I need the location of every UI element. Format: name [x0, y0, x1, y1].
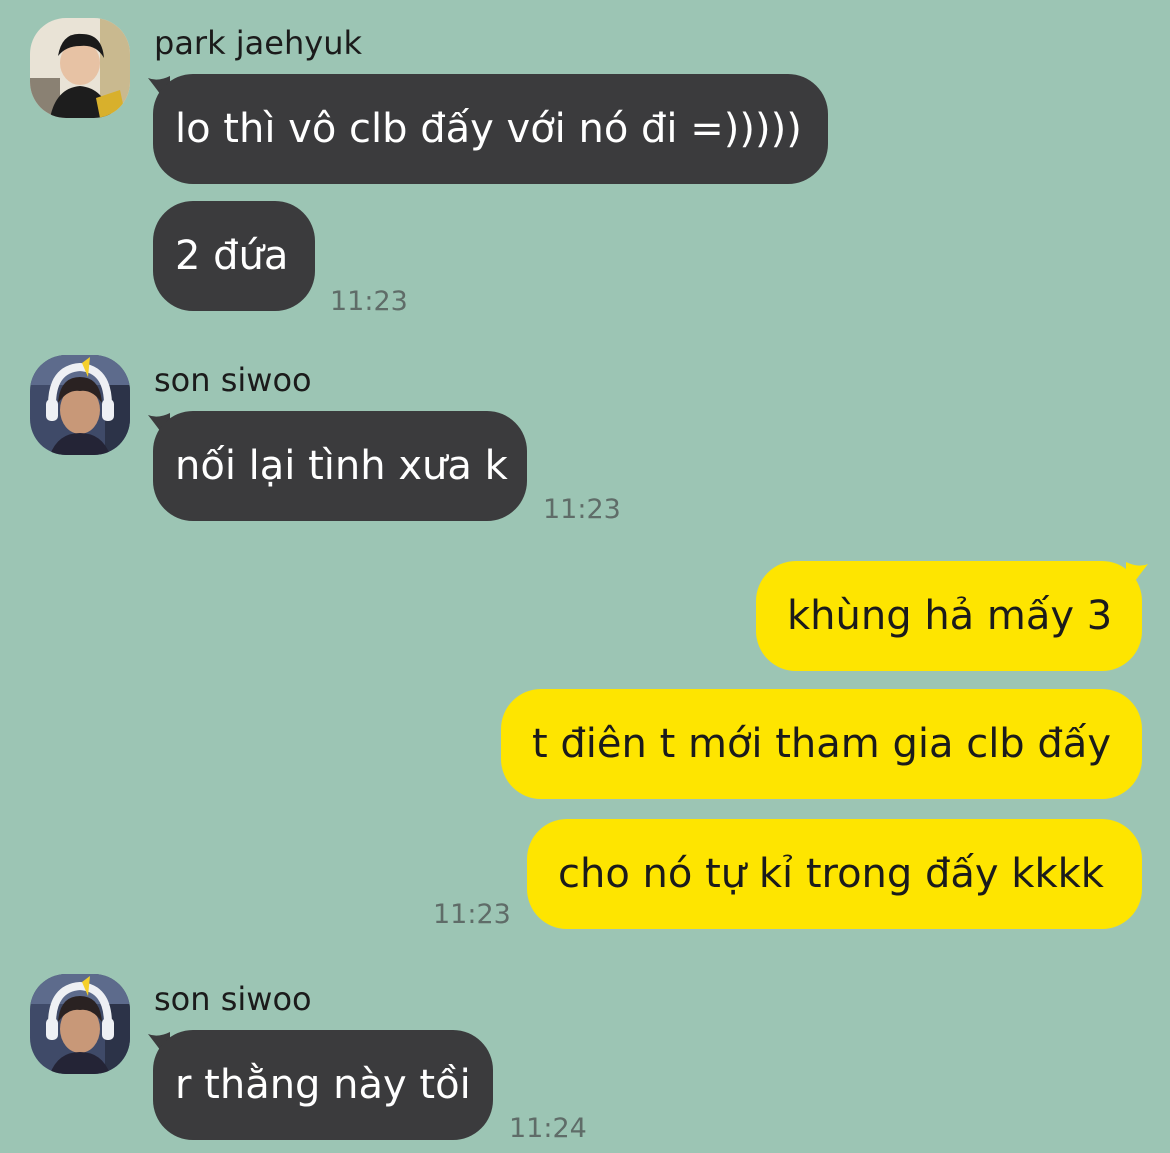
- message-bubble[interactable]: t điên t mới tham gia clb đấy: [501, 689, 1142, 799]
- avatar-son-siwoo[interactable]: [30, 355, 130, 455]
- message-timestamp: 11:23: [433, 899, 511, 930]
- message-bubble[interactable]: cho nó tự kỉ trong đấy kkkk: [527, 819, 1142, 929]
- avatar-photo-icon: [30, 355, 130, 455]
- avatar-photo-icon: [30, 974, 130, 1074]
- message-timestamp: 11:23: [543, 494, 621, 525]
- avatar-park-jaehyuk[interactable]: [30, 18, 130, 118]
- sender-name: son siwoo: [154, 980, 312, 1018]
- message-bubble[interactable]: nối lại tình xưa k: [153, 411, 527, 521]
- message-bubble[interactable]: khùng hả mấy 3: [756, 561, 1142, 671]
- message-timestamp: 11:24: [509, 1113, 587, 1144]
- sender-name: son siwoo: [154, 361, 312, 399]
- message-bubble[interactable]: r thằng này tồi: [153, 1030, 493, 1140]
- message-bubble[interactable]: 2 đứa: [153, 201, 315, 311]
- message-bubble[interactable]: lo thì vô clb đấy với nó đi =))))): [153, 74, 828, 184]
- avatar-son-siwoo[interactable]: [30, 974, 130, 1074]
- sender-name: park jaehyuk: [154, 24, 362, 62]
- avatar-photo-icon: [30, 18, 130, 118]
- message-timestamp: 11:23: [330, 286, 408, 317]
